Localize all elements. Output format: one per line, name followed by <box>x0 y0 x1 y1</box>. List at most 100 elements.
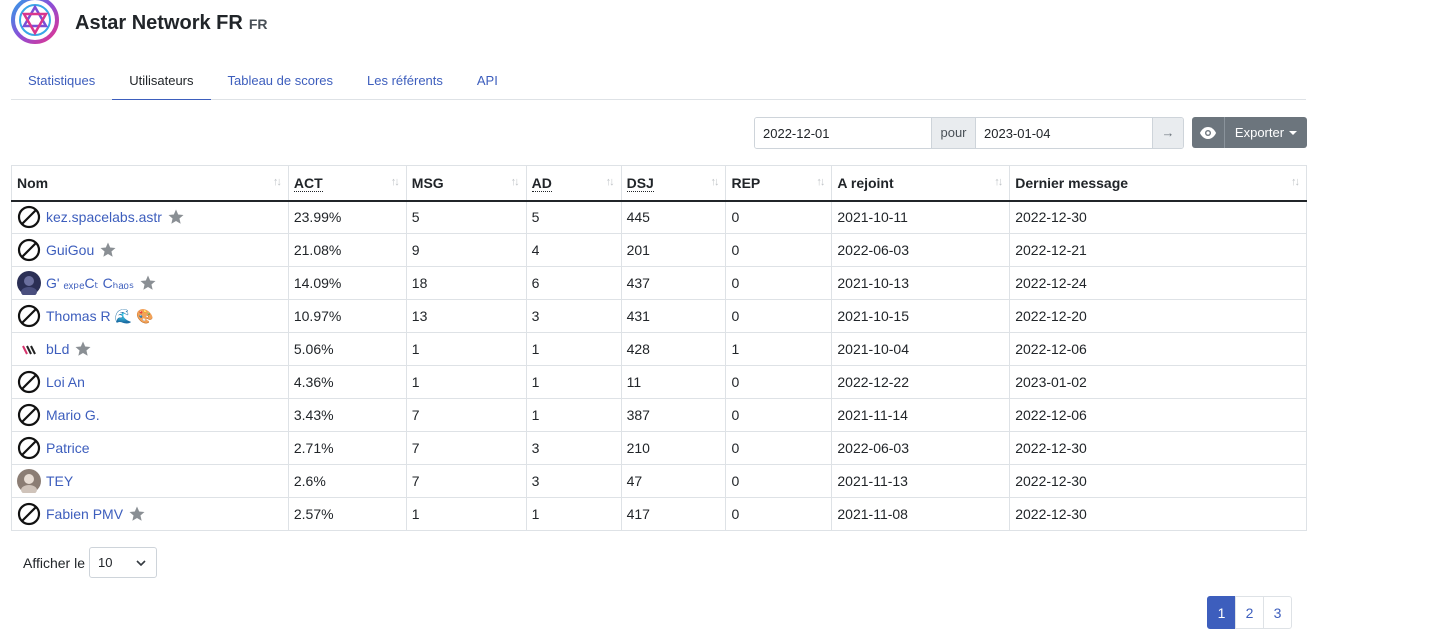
user-name-link[interactable]: Fabien PMV <box>46 506 123 522</box>
cell-joined: 2021-10-13 <box>831 266 1011 300</box>
cell-dsj: 437 <box>620 266 727 300</box>
user-name-link[interactable]: Loi An <box>46 374 85 390</box>
table-header-row: Nom ↑↓ ACT ↑↓ MSG ↑↓ AD ↑↓ DSJ ↑↓ REP ↑↓ A rej… <box>11 165 1307 202</box>
cell-ad: 1 <box>525 332 622 366</box>
cell-ad: 1 <box>525 365 622 399</box>
bld-logo-icon <box>22 345 36 355</box>
page-1-button[interactable]: 1 <box>1207 596 1236 629</box>
user-name-link[interactable]: GuiGou <box>46 242 94 258</box>
cell-last: 2022-12-30 <box>1009 497 1307 531</box>
nav-tabs: Statistiques Utilisateurs Tableau de sco… <box>11 64 1306 100</box>
cell-dsj: 387 <box>620 398 727 432</box>
date-to-input[interactable] <box>976 118 1152 148</box>
cell-rep: 1 <box>725 332 833 366</box>
tab-tableau-de-scores[interactable]: Tableau de scores <box>211 64 351 100</box>
sort-icon: ↑↓ <box>510 176 520 188</box>
user-name-cell: Fabien PMV <box>11 497 289 531</box>
cell-ad: 1 <box>525 497 622 531</box>
page-length-control: Afficher le 10 <box>23 547 157 578</box>
cell-msg: 1 <box>405 332 527 366</box>
cell-last: 2022-12-30 <box>1009 431 1307 465</box>
cell-last: 2022-12-20 <box>1009 299 1307 333</box>
eye-icon <box>1200 126 1216 139</box>
cell-act: 23.99% <box>287 200 407 234</box>
cell-rep: 0 <box>725 233 833 267</box>
cell-dsj: 201 <box>620 233 727 267</box>
cell-last: 2022-12-24 <box>1009 266 1307 300</box>
cell-msg: 1 <box>405 365 527 399</box>
user-name-cell: Loi An <box>11 365 289 399</box>
col-header-ad[interactable]: AD ↑↓ <box>525 165 622 202</box>
sort-icon: ↑↓ <box>605 176 615 188</box>
cell-act: 21.08% <box>287 233 407 267</box>
cell-joined: 2021-11-14 <box>831 398 1011 432</box>
cell-msg: 7 <box>405 398 527 432</box>
cell-rep: 0 <box>725 464 833 498</box>
user-name-cell: GuiGou <box>11 233 289 267</box>
cell-joined: 2021-10-15 <box>831 299 1011 333</box>
col-header-a-rejoint[interactable]: A rejoint ↑↓ <box>831 165 1011 202</box>
user-name-cell: Patrice <box>11 431 289 465</box>
col-header-act[interactable]: ACT ↑↓ <box>287 165 407 202</box>
page-length-select[interactable]: 10 <box>89 547 157 578</box>
preview-button[interactable] <box>1192 117 1225 148</box>
star-icon <box>129 506 145 521</box>
tab-statistiques[interactable]: Statistiques <box>11 64 112 100</box>
cell-msg: 13 <box>405 299 527 333</box>
user-name-link[interactable]: Thomas R <box>46 308 111 324</box>
cell-joined: 2022-06-03 <box>831 431 1011 465</box>
sort-icon: ↑↓ <box>1291 176 1300 188</box>
tab-api[interactable]: API <box>460 64 515 100</box>
page-length-label: Afficher le <box>23 554 85 571</box>
cell-dsj: 417 <box>620 497 727 531</box>
cell-last: 2022-12-21 <box>1009 233 1307 267</box>
cell-act: 2.57% <box>287 497 407 531</box>
user-name-link[interactable]: G' ₑₓₚₑCₜ Cₕₐₒₛ <box>46 275 134 292</box>
col-header-nom[interactable]: Nom ↑↓ <box>11 165 289 202</box>
tab-utilisateurs[interactable]: Utilisateurs <box>112 64 211 100</box>
palette-emoji-icon: 🎨 <box>136 307 154 324</box>
cell-msg: 7 <box>405 464 527 498</box>
page-2-button[interactable]: 2 <box>1235 596 1264 629</box>
user-name-link[interactable]: kez.spacelabs.astr <box>46 209 162 225</box>
user-name-link[interactable]: TEY <box>46 473 73 489</box>
table-row: Fabien PMV 2.57% 1 1 417 0 2021-11-08 2022-12-3… <box>11 497 1307 531</box>
cell-ad: 6 <box>525 266 622 300</box>
col-header-dernier-message[interactable]: Dernier message ↑↓ <box>1009 165 1307 202</box>
user-name-link[interactable]: Mario G. <box>46 407 100 423</box>
export-button[interactable]: Exporter <box>1225 117 1307 148</box>
apply-date-button[interactable]: → <box>1152 118 1183 148</box>
cell-dsj: 210 <box>620 431 727 465</box>
tab-les-referents[interactable]: Les référents <box>350 64 460 100</box>
sort-icon: ↑↓ <box>710 176 719 188</box>
user-name-link[interactable]: Patrice <box>46 440 90 456</box>
date-from-input[interactable] <box>755 118 931 148</box>
table-row: TEY 2.6% 7 3 47 0 2021-11-13 2022-12-30 <box>11 464 1307 498</box>
page-title-text: Astar Network FR <box>75 11 243 34</box>
no-avatar-icon <box>17 206 41 229</box>
sort-icon: ↑↓ <box>994 176 1003 188</box>
cell-joined: 2021-10-04 <box>831 332 1011 366</box>
page-3-button[interactable]: 3 <box>1263 596 1292 629</box>
users-table: Nom ↑↓ ACT ↑↓ MSG ↑↓ AD ↑↓ DSJ ↑↓ REP ↑↓ A rej… <box>11 165 1307 531</box>
col-header-dsj[interactable]: DSJ ↑↓ <box>620 165 727 202</box>
user-name-link[interactable]: bLd <box>46 341 69 357</box>
cell-msg: 7 <box>405 431 527 465</box>
chevron-down-icon <box>1289 130 1298 135</box>
cell-rep: 0 <box>725 398 833 432</box>
cell-msg: 9 <box>405 233 527 267</box>
astar-logo <box>11 0 59 44</box>
star-icon <box>140 275 156 290</box>
app-header: Astar Network FR FR <box>10 0 267 46</box>
cell-rep: 0 <box>725 299 833 333</box>
cell-act: 5.06% <box>287 332 407 366</box>
cell-rep: 0 <box>725 365 833 399</box>
user-name-cell: G' ₑₓₚₑCₜ Cₕₐₒₛ <box>11 266 289 300</box>
page-length-value: 10 <box>98 555 113 570</box>
cell-last: 2022-12-30 <box>1009 200 1307 234</box>
cell-last: 2022-12-30 <box>1009 464 1307 498</box>
cell-last: 2023-01-02 <box>1009 365 1307 399</box>
col-header-msg[interactable]: MSG ↑↓ <box>405 165 527 202</box>
no-avatar-icon <box>17 238 41 262</box>
col-header-rep[interactable]: REP ↑↓ <box>725 165 833 202</box>
